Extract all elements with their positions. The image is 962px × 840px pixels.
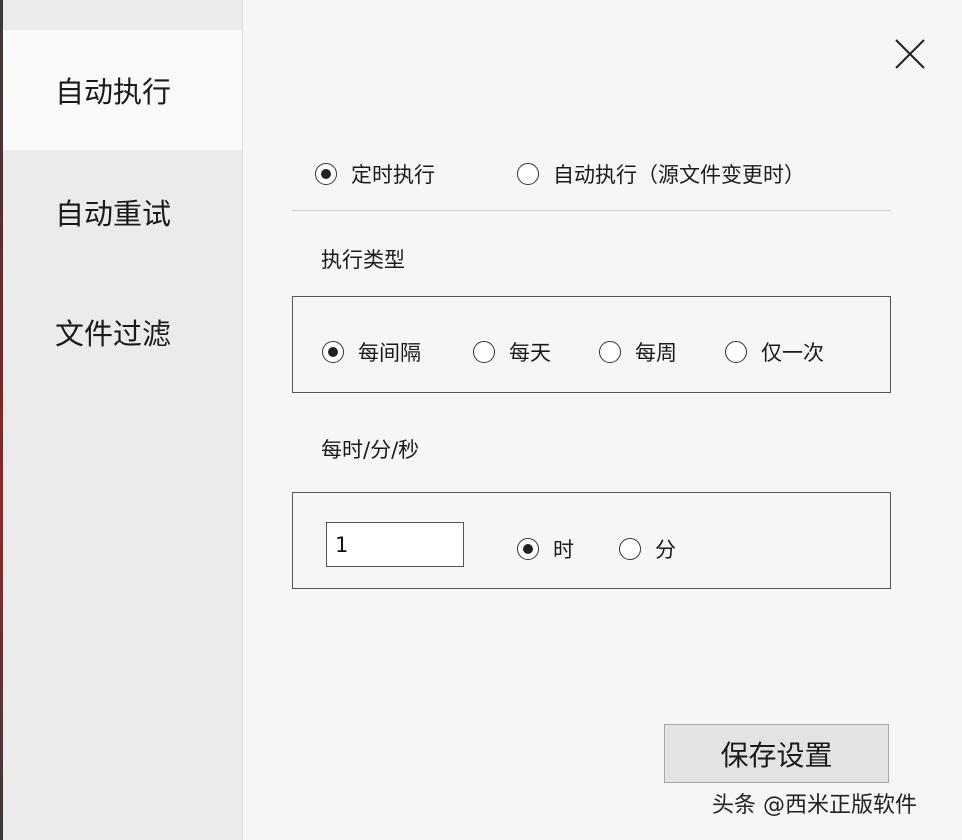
sidebar-item-auto-execute[interactable]: 自动执行 — [3, 30, 242, 150]
radio-unchecked-icon — [725, 341, 747, 363]
sidebar-item-file-filter[interactable]: 文件过滤 — [3, 272, 242, 392]
sidebar-item-label: 文件过滤 — [55, 317, 172, 351]
interval-value-input[interactable] — [326, 522, 464, 567]
radio-label: 每间隔 — [358, 341, 421, 365]
radio-every-interval[interactable]: 每间隔 — [322, 337, 421, 367]
sidebar-item-label: 自动重试 — [55, 197, 172, 231]
radio-label: 分 — [655, 538, 676, 562]
radio-auto-execute-on-change[interactable]: 自动执行（源文件变更时） — [517, 159, 805, 189]
radio-unit-minute[interactable]: 分 — [619, 534, 676, 564]
settings-window: 自动执行 自动重试 文件过滤 定时执行 自动执行（源文件变更时） 执行类型 每间… — [0, 0, 962, 840]
radio-label: 时 — [553, 538, 574, 562]
sidebar-item-auto-retry[interactable]: 自动重试 — [3, 152, 242, 272]
sidebar-item-label: 自动执行 — [55, 75, 172, 109]
radio-unchecked-icon — [517, 163, 539, 185]
exec-type-label: 执行类型 — [321, 248, 405, 272]
radio-label: 每周 — [635, 341, 677, 365]
radio-unchecked-icon — [619, 538, 641, 560]
radio-label: 仅一次 — [761, 341, 824, 365]
radio-checked-icon — [517, 538, 539, 560]
radio-checked-icon — [315, 163, 337, 185]
radio-label: 自动执行（源文件变更时） — [553, 163, 805, 187]
radio-label: 定时执行 — [351, 163, 435, 187]
watermark: 头条 @西米正版软件 — [712, 793, 917, 818]
radio-unit-hour[interactable]: 时 — [517, 534, 574, 564]
radio-unchecked-icon — [473, 341, 495, 363]
radio-unchecked-icon — [599, 341, 621, 363]
radio-every-day[interactable]: 每天 — [473, 337, 551, 367]
radio-checked-icon — [322, 341, 344, 363]
radio-timed-execute[interactable]: 定时执行 — [315, 159, 435, 189]
save-settings-button[interactable]: 保存设置 — [664, 724, 889, 783]
close-button[interactable] — [888, 32, 932, 76]
radio-every-week[interactable]: 每周 — [599, 337, 677, 367]
radio-once[interactable]: 仅一次 — [725, 337, 824, 367]
radio-label: 每天 — [509, 341, 551, 365]
close-icon — [895, 39, 925, 69]
interval-label: 每时/分/秒 — [321, 438, 420, 462]
divider — [292, 210, 891, 211]
sidebar: 自动执行 自动重试 文件过滤 — [3, 0, 243, 840]
